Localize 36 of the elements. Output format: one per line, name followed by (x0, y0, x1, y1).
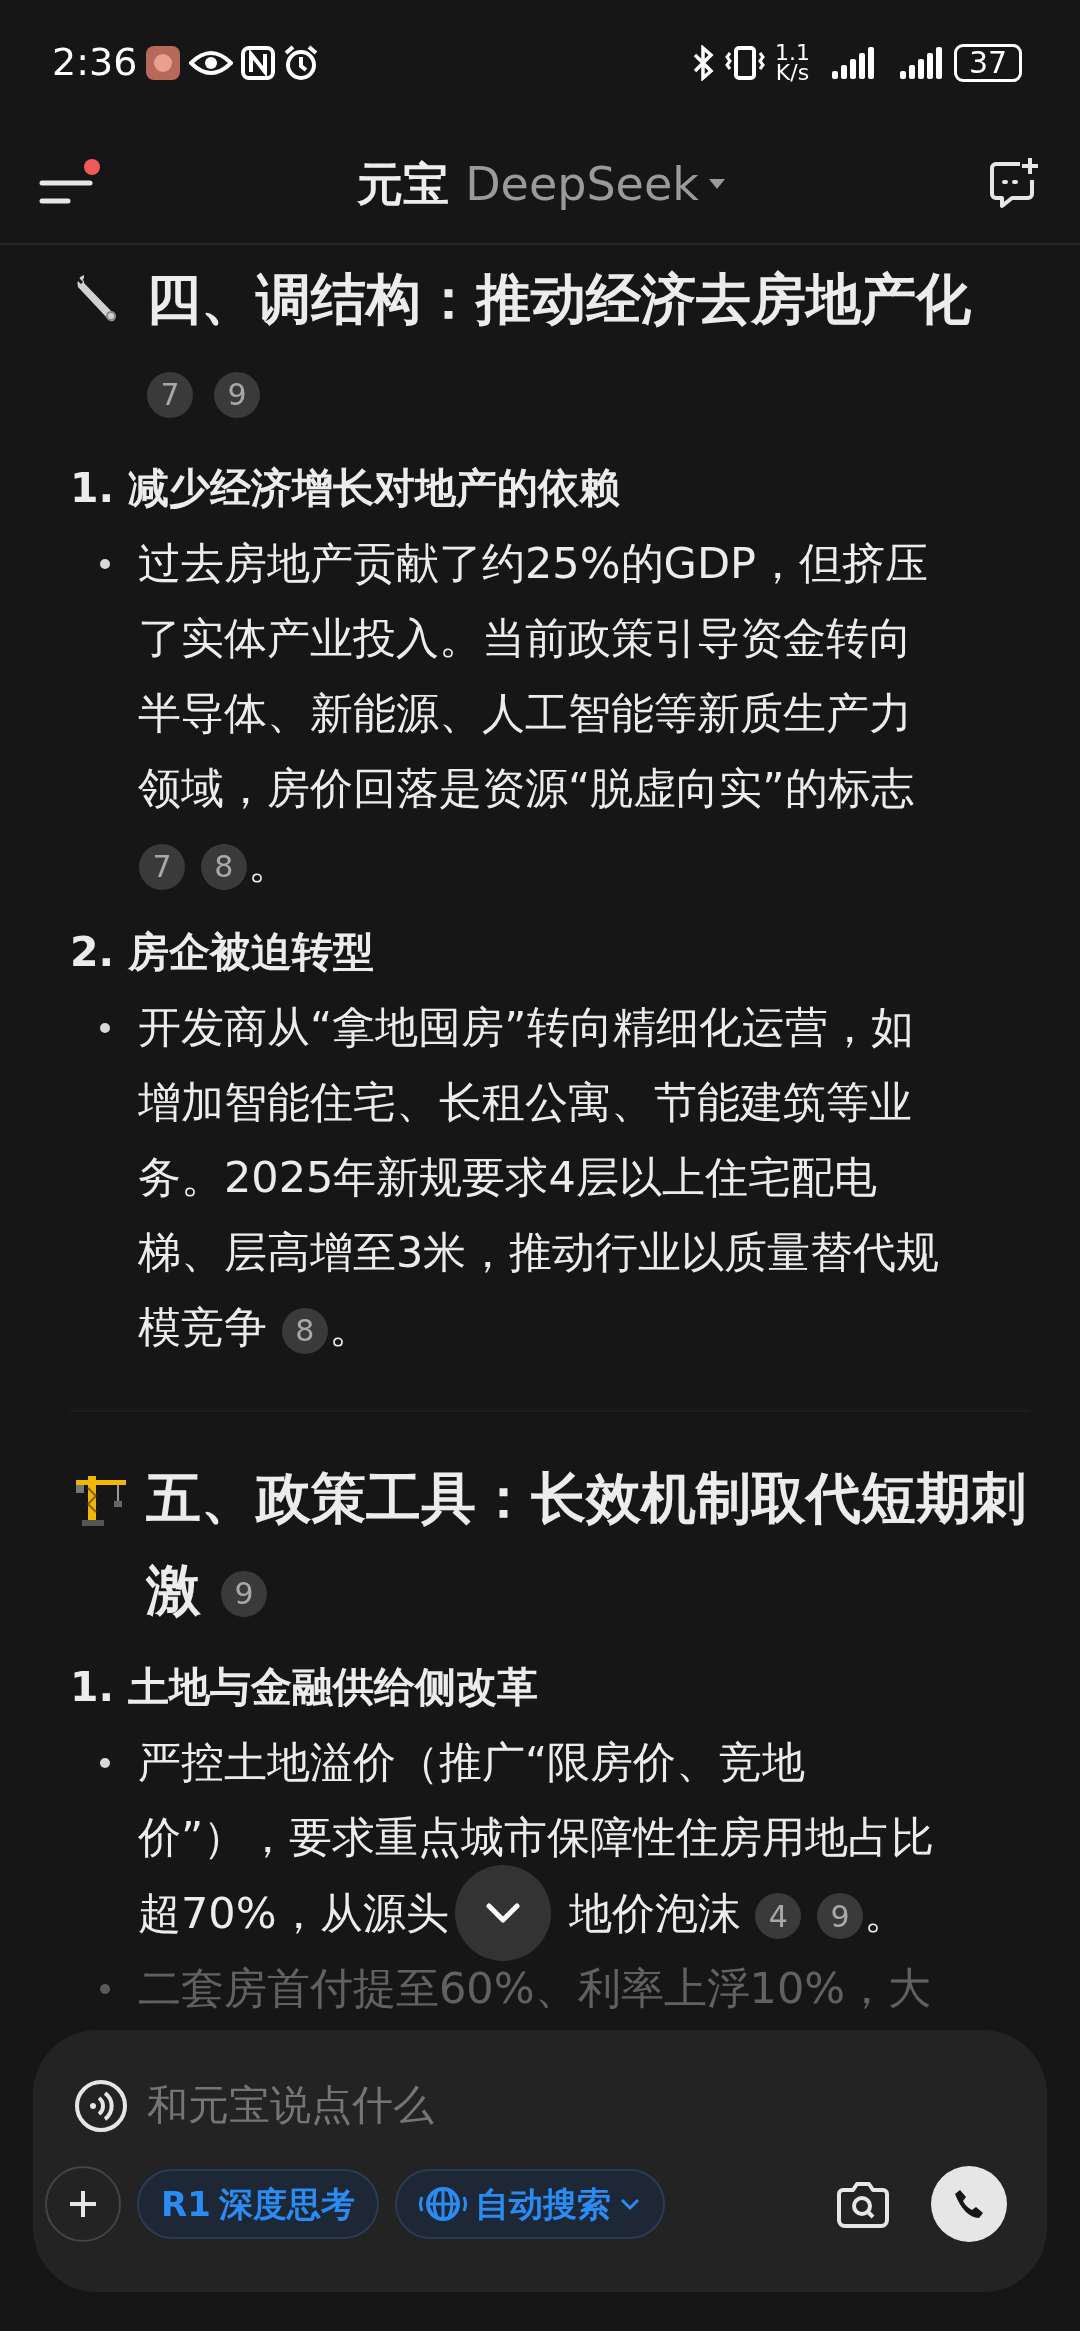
caret-icon (706, 177, 727, 191)
list-item-title: 1. 减少经济增长对地产的依赖 (70, 463, 622, 514)
alarm-icon (283, 44, 320, 81)
app-title: 元宝 (357, 155, 450, 213)
voice-icon[interactable] (73, 2077, 129, 2134)
section-heading: 四、调结构：推动经济去房地产化 7 9 (146, 253, 1030, 437)
status-time: 2:36 (52, 39, 138, 86)
bullet-dot (100, 1023, 110, 1033)
add-button[interactable] (45, 2166, 121, 2242)
bluetooth-icon (691, 44, 715, 81)
paragraph-text: 二套房首付提至60%、利率上浮10%，大 (138, 1962, 933, 2015)
paragraph-text: 过去房地产贡献了约25%的GDP，但挤压了实体产业投入。当前政策引导资金转向半导体、新能源、人工智能等新质生产力领域，房价回落是资源“脱虚向实”的标志 7 8 。 (138, 537, 929, 892)
bullet-dot (100, 1758, 110, 1768)
list-item-title: 1. 土地与金融供给侧改革 (70, 1662, 540, 1713)
paragraph-text: 严控土地溢价（推广“限房价、竞地价”），要求重点城市保障性住房用地占比 (138, 1736, 936, 1864)
vibrate-icon (723, 44, 767, 81)
paragraph-text: 地价泡沫 4 9 。 (568, 1886, 907, 1941)
chevron-down-icon (484, 1902, 521, 1924)
section-heading: 五、政策工具：长效机制取代短期刺激 9 (146, 1465, 1027, 1624)
message-input[interactable]: 和元宝说点什么 (145, 2074, 1047, 2138)
net-speed-unit: K/s (775, 62, 810, 83)
auto-search-toggle[interactable]: 自动搜索 (394, 2169, 665, 2239)
net-speed: 1.1 (775, 42, 810, 63)
bullet-dot (100, 559, 110, 569)
app-icon (145, 44, 182, 81)
paragraph-text: 开发商从“拿地囤房”转向精细化运营，如增加智能住宅、长租公寓、节能建筑等业务。2025年新规要求4层以上住宅配电梯、层高增至3米，推动行业以质量替代规模竞争 8 。 (138, 1001, 941, 1356)
deep-think-toggle[interactable]: R1 深度思考 (137, 2169, 379, 2239)
globe-icon (418, 2184, 467, 2224)
model-selector[interactable]: DeepSeek (465, 149, 727, 219)
bullet-dot (100, 1984, 110, 1994)
nfc-icon (241, 45, 276, 80)
phone-icon (952, 2187, 986, 2221)
chevron-icon (618, 2197, 641, 2211)
list-item-title: 2. 房企被迫转型 (70, 927, 376, 978)
battery-indicator: 37 (954, 43, 1022, 82)
paragraph-text: 超70%，从源头 (138, 1886, 449, 1940)
